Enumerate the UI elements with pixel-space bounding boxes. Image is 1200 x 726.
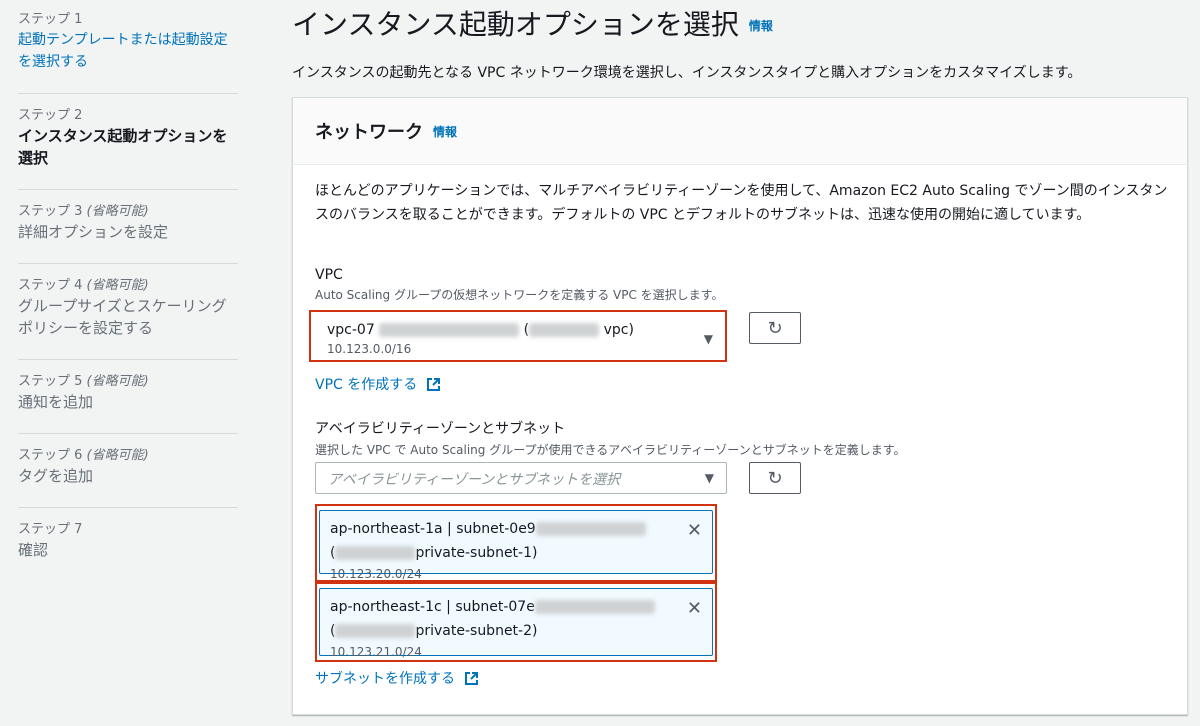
step-6: ステップ 6 (省略可能) タグを追加: [18, 434, 238, 508]
highlight-box: [309, 310, 727, 362]
external-link-icon: [427, 378, 441, 391]
page-description: インスタンスの起動先となる VPC ネットワーク環境を選択し、インスタンスタイプ…: [292, 65, 1082, 81]
step-number: ステップ 5 (省略可能): [18, 374, 149, 389]
step-number: ステップ 6 (省略可能): [18, 448, 149, 463]
step-number: ステップ 7: [18, 522, 83, 537]
step-1[interactable]: ステップ 1 起動テンプレートまたは起動設定を選択する: [18, 0, 238, 94]
step-number: ステップ 2: [18, 108, 83, 123]
step-number: ステップ 4 (省略可能): [18, 278, 149, 293]
step-5: ステップ 5 (省略可能) 通知を追加: [18, 360, 238, 434]
network-panel: ネットワーク 情報 ほとんどのアプリケーションでは、マルチアベイラビリティーゾー…: [292, 97, 1188, 715]
subnet-placeholder: アベイラビリティーゾーンとサブネットを選択: [328, 472, 621, 488]
panel-body: ほとんどのアプリケーションでは、マルチアベイラビリティーゾーンを使用して、Ama…: [293, 165, 1187, 302]
step-title-current: インスタンス起動オプションを選択: [18, 127, 228, 167]
info-link[interactable]: 情報: [749, 19, 773, 33]
step-number: ステップ 1: [18, 12, 83, 27]
step-title: タグを追加: [18, 467, 94, 485]
vpc-field: VPC Auto Scaling グループの仮想ネットワークを定義する VPC …: [315, 267, 724, 303]
network-info-link[interactable]: 情報: [433, 123, 457, 140]
subnet-select[interactable]: アベイラビリティーゾーンとサブネットを選択 ▼: [315, 462, 727, 494]
step-title: 確認: [18, 541, 49, 559]
panel-header: ネットワーク 情報: [293, 98, 1187, 165]
subnet-label: アベイラビリティーゾーンとサブネット: [315, 421, 566, 437]
refresh-icon: ↻: [767, 317, 783, 339]
highlight-box: [315, 504, 717, 582]
vpc-label: VPC: [315, 267, 343, 283]
step-title: 詳細オプションを設定: [18, 223, 169, 241]
step-3: ステップ 3 (省略可能) 詳細オプションを設定: [18, 190, 238, 264]
highlight-box: [315, 582, 717, 662]
step-number: ステップ 3 (省略可能): [18, 204, 149, 219]
refresh-icon: ↻: [767, 467, 783, 489]
create-subnet-link[interactable]: サブネットを作成する: [315, 668, 479, 688]
caret-down-icon: ▼: [704, 471, 714, 485]
step-title: グループサイズとスケーリングポリシーを設定する: [18, 297, 227, 337]
subnet-field: アベイラビリティーゾーンとサブネット 選択した VPC で Auto Scali…: [315, 418, 906, 458]
vpc-description: Auto Scaling グループの仮想ネットワークを定義する VPC を選択し…: [315, 288, 724, 302]
wizard-steps-nav: ステップ 1 起動テンプレートまたは起動設定を選択する ステップ 2 インスタン…: [18, 0, 238, 581]
subnet-description: 選択した VPC で Auto Scaling グループが使用できるアベイラビリ…: [315, 443, 906, 457]
subnet-refresh-button[interactable]: ↻: [749, 462, 801, 494]
vpc-refresh-button[interactable]: ↻: [749, 312, 801, 344]
step-4: ステップ 4 (省略可能) グループサイズとスケーリングポリシーを設定する: [18, 264, 238, 360]
step-title: 通知を追加: [18, 393, 94, 411]
network-description: ほとんどのアプリケーションでは、マルチアベイラビリティーゾーンを使用して、Ama…: [315, 183, 1168, 223]
page-title: インスタンス起動オプションを選択 情報: [292, 8, 773, 41]
step-2: ステップ 2 インスタンス起動オプションを選択: [18, 94, 238, 190]
create-vpc-link[interactable]: VPC を作成する: [315, 374, 441, 394]
step-7: ステップ 7 確認: [18, 508, 238, 581]
external-link-icon: [465, 672, 479, 685]
step-title[interactable]: 起動テンプレートまたは起動設定を選択する: [18, 29, 238, 73]
panel-title: ネットワーク: [315, 122, 423, 143]
